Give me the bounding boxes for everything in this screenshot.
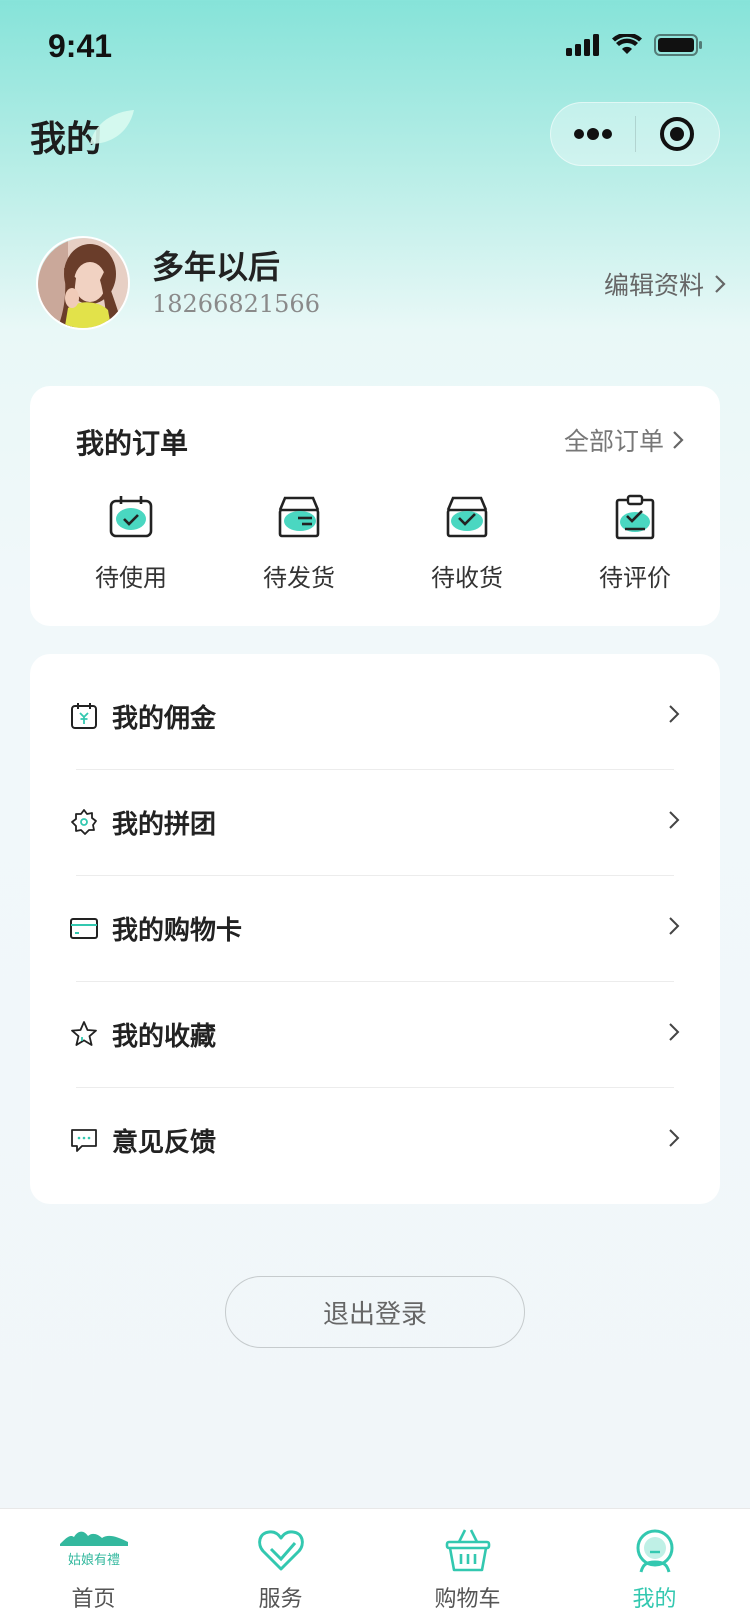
message-icon bbox=[71, 1129, 97, 1152]
wifi-icon bbox=[612, 34, 642, 54]
all-orders-link[interactable]: 全部订单 bbox=[564, 422, 684, 458]
chevron-right-icon bbox=[673, 431, 684, 449]
chevron-right-icon bbox=[669, 917, 680, 935]
profile-section: 多年以后 18266821566 编辑资料 bbox=[36, 236, 726, 332]
target-close-icon bbox=[660, 117, 695, 151]
menu-item-label: 我的购物卡 bbox=[112, 916, 243, 946]
tab-label: 我的 bbox=[632, 1587, 677, 1612]
calendar-check-icon bbox=[109, 496, 153, 538]
more-button[interactable] bbox=[551, 102, 635, 166]
order-label: 待收货 bbox=[431, 564, 503, 592]
tab-service[interactable]: 服务 bbox=[187, 1509, 374, 1624]
orders-card: 我的订单 全部订单 待使用 待发货 待收货 待评价 bbox=[30, 386, 720, 626]
edit-profile-link[interactable]: 编辑资料 bbox=[604, 266, 726, 302]
user-name: 多年以后 bbox=[152, 248, 281, 286]
star-icon bbox=[71, 1021, 97, 1046]
chevron-right-icon bbox=[669, 811, 680, 829]
menu-card: 我的佣金 我的拼团 我的购物卡 我的收藏 意见反馈 bbox=[30, 654, 720, 1204]
order-pending-review[interactable]: 待评价 bbox=[550, 494, 720, 593]
home-logo-text: 姑娘有禮 bbox=[67, 1553, 119, 1568]
edit-profile-label: 编辑资料 bbox=[603, 271, 704, 300]
menu-item-shopping-card[interactable]: 我的购物卡 bbox=[30, 876, 720, 981]
order-pending-use[interactable]: 待使用 bbox=[46, 494, 216, 593]
signal-icon bbox=[566, 34, 599, 56]
nav-bar: 我的 bbox=[0, 96, 750, 192]
user-phone: 18266821566 bbox=[152, 290, 320, 318]
chevron-right-icon bbox=[715, 275, 726, 293]
menu-item-label: 我的佣金 bbox=[112, 704, 217, 734]
box-icon bbox=[278, 496, 320, 538]
order-pending-receive[interactable]: 待收货 bbox=[382, 494, 552, 593]
tab-label: 购物车 bbox=[434, 1587, 501, 1612]
all-orders-label: 全部订单 bbox=[563, 427, 664, 456]
status-bar: 9:41 bbox=[0, 0, 750, 96]
menu-item-label: 意见反馈 bbox=[112, 1128, 217, 1158]
menu-item-label: 我的拼团 bbox=[112, 810, 217, 840]
leaf-decoration-icon bbox=[90, 110, 134, 144]
close-miniprogram-button[interactable] bbox=[636, 102, 720, 166]
profile-icon bbox=[636, 1529, 673, 1573]
menu-item-group-buy[interactable]: 我的拼团 bbox=[30, 770, 720, 875]
gear-group-icon bbox=[71, 809, 97, 835]
status-icons bbox=[566, 34, 702, 56]
chevron-right-icon bbox=[669, 705, 680, 723]
orders-title: 我的订单 bbox=[76, 427, 189, 460]
basket-icon bbox=[445, 1529, 490, 1572]
tab-bar: 姑娘有禮 首页 服务 购物车 我的 bbox=[0, 1508, 750, 1624]
heart-icon bbox=[257, 1530, 304, 1571]
clipboard-check-icon bbox=[615, 494, 655, 540]
card-icon bbox=[70, 918, 98, 939]
avatar-image bbox=[38, 238, 128, 328]
miniprogram-capsule bbox=[550, 102, 720, 166]
order-pending-ship[interactable]: 待发货 bbox=[214, 494, 384, 593]
chevron-right-icon bbox=[669, 1129, 680, 1147]
tab-label: 服务 bbox=[258, 1587, 303, 1612]
more-dots-icon bbox=[573, 128, 612, 140]
chevron-right-icon bbox=[669, 1023, 680, 1041]
menu-item-label: 我的收藏 bbox=[112, 1022, 217, 1052]
tab-home[interactable]: 姑娘有禮 首页 bbox=[0, 1509, 187, 1624]
menu-item-commission[interactable]: 我的佣金 bbox=[30, 664, 720, 769]
order-label: 待使用 bbox=[95, 564, 167, 592]
order-label: 待评价 bbox=[599, 564, 671, 592]
menu-item-feedback[interactable]: 意见反馈 bbox=[30, 1088, 720, 1193]
order-label: 待发货 bbox=[263, 564, 335, 592]
logout-button[interactable]: 退出登录 bbox=[225, 1276, 525, 1348]
yen-calendar-icon bbox=[71, 703, 97, 729]
tab-label: 首页 bbox=[71, 1587, 116, 1612]
box-check-icon bbox=[446, 496, 488, 538]
battery-icon bbox=[654, 34, 702, 56]
tab-profile[interactable]: 我的 bbox=[561, 1509, 748, 1624]
avatar[interactable] bbox=[36, 236, 130, 330]
status-time: 9:41 bbox=[48, 28, 113, 64]
home-logo-icon: 姑娘有禮 bbox=[59, 1531, 128, 1568]
tab-cart[interactable]: 购物车 bbox=[374, 1509, 561, 1624]
menu-item-favorites[interactable]: 我的收藏 bbox=[30, 982, 720, 1087]
